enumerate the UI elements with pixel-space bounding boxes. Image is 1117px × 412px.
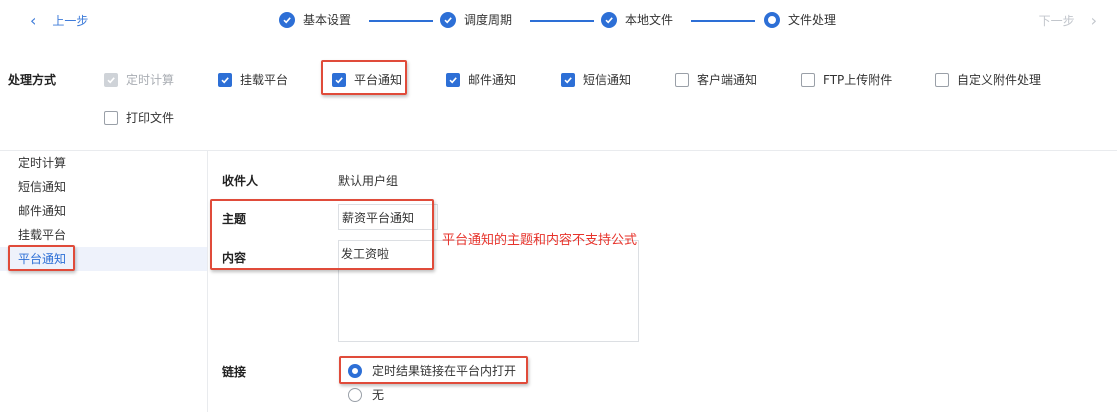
option-label: 客户端通知	[697, 73, 758, 87]
next-step-label: 下一步	[1038, 14, 1075, 28]
processing-method-label: 处理方式	[8, 73, 57, 87]
radio-icon	[348, 363, 362, 378]
checkbox-icon	[104, 72, 118, 87]
option-label: 自定义附件处理	[957, 73, 1042, 87]
link-label: 链接	[222, 365, 247, 379]
option-label: 邮件通知	[468, 73, 517, 87]
step-file-processing[interactable]: 文件处理	[764, 11, 836, 28]
step-basic-settings[interactable]: 基本设置	[279, 11, 351, 28]
checkbox-icon	[446, 72, 460, 87]
step-label: 基本设置	[303, 13, 352, 27]
option-label: FTP上传附件	[823, 73, 893, 87]
wizard-header: ‹ 上一步 基本设置 调度周期 本地文件 文件处理 下一步 ›	[0, 0, 1117, 42]
step-label: 本地文件	[625, 13, 674, 27]
radio-open-in-platform[interactable]: 定时结果链接在平台内打开	[348, 362, 516, 379]
option-label: 打印文件	[126, 111, 175, 125]
option-label: 平台通知	[354, 73, 403, 87]
subject-label: 主题	[222, 212, 247, 226]
content-textarea[interactable]: 发工资啦	[338, 240, 639, 342]
annotation-note: 平台通知的主题和内容不支持公式	[442, 233, 638, 248]
chevron-left-icon: ‹	[30, 10, 37, 30]
option-client-notice[interactable]: 客户端通知	[675, 71, 757, 88]
step-label: 调度周期	[464, 13, 513, 27]
prev-step-label: 上一步	[52, 14, 89, 28]
option-print-file[interactable]: 打印文件	[104, 109, 174, 126]
option-platform-notice[interactable]: 平台通知	[332, 71, 402, 88]
sidebar-item-platform-notice[interactable]: 平台通知	[0, 247, 207, 271]
step-schedule[interactable]: 调度周期	[440, 11, 512, 28]
radio-label: 定时结果链接在平台内打开	[372, 364, 517, 378]
option-email-notice[interactable]: 邮件通知	[446, 71, 516, 88]
checkbox-icon	[801, 72, 815, 87]
option-label: 定时计算	[126, 73, 175, 87]
step-label: 文件处理	[788, 13, 837, 27]
option-label: 短信通知	[583, 73, 632, 87]
sidebar-item-scheduled-calc[interactable]: 定时计算	[0, 151, 207, 175]
checkbox-icon	[561, 72, 575, 87]
radio-label: 无	[372, 388, 385, 402]
sidebar-item-mount-platform[interactable]: 挂载平台	[0, 223, 207, 247]
radio-none[interactable]: 无	[348, 386, 384, 403]
check-circle-icon	[601, 11, 617, 28]
check-circle-icon	[440, 11, 456, 28]
sidebar-item-email-notice[interactable]: 邮件通知	[0, 199, 207, 223]
radio-icon	[348, 387, 362, 402]
checkbox-icon	[218, 72, 232, 87]
checkbox-icon	[104, 110, 118, 125]
check-circle-icon	[279, 11, 295, 28]
current-step-icon	[764, 11, 780, 28]
option-mount-platform[interactable]: 挂载平台	[218, 71, 288, 88]
checkbox-icon	[675, 72, 689, 87]
step-connector	[530, 20, 594, 22]
checkbox-icon	[332, 72, 346, 87]
content-label: 内容	[222, 251, 247, 265]
subject-input[interactable]: 薪资平台通知	[338, 204, 438, 230]
recipient-value: 默认用户组	[338, 174, 399, 188]
prev-step-button[interactable]: ‹ 上一步	[30, 12, 88, 29]
option-ftp-upload[interactable]: FTP上传附件	[801, 71, 892, 88]
option-label: 挂载平台	[240, 73, 289, 87]
step-connector	[369, 20, 433, 22]
option-custom-attachment[interactable]: 自定义附件处理	[935, 71, 1041, 88]
option-sms-notice[interactable]: 短信通知	[561, 71, 631, 88]
next-step-button[interactable]: 下一步 ›	[1039, 12, 1097, 29]
option-scheduled-calc[interactable]: 定时计算	[104, 71, 174, 88]
checkbox-icon	[935, 72, 949, 87]
step-local-files[interactable]: 本地文件	[601, 11, 673, 28]
recipient-label: 收件人	[222, 174, 259, 188]
sidebar: 定时计算 短信通知 邮件通知 挂载平台 平台通知	[0, 151, 208, 412]
chevron-right-icon: ›	[1090, 10, 1097, 30]
step-connector	[691, 20, 755, 22]
sidebar-item-sms-notice[interactable]: 短信通知	[0, 175, 207, 199]
